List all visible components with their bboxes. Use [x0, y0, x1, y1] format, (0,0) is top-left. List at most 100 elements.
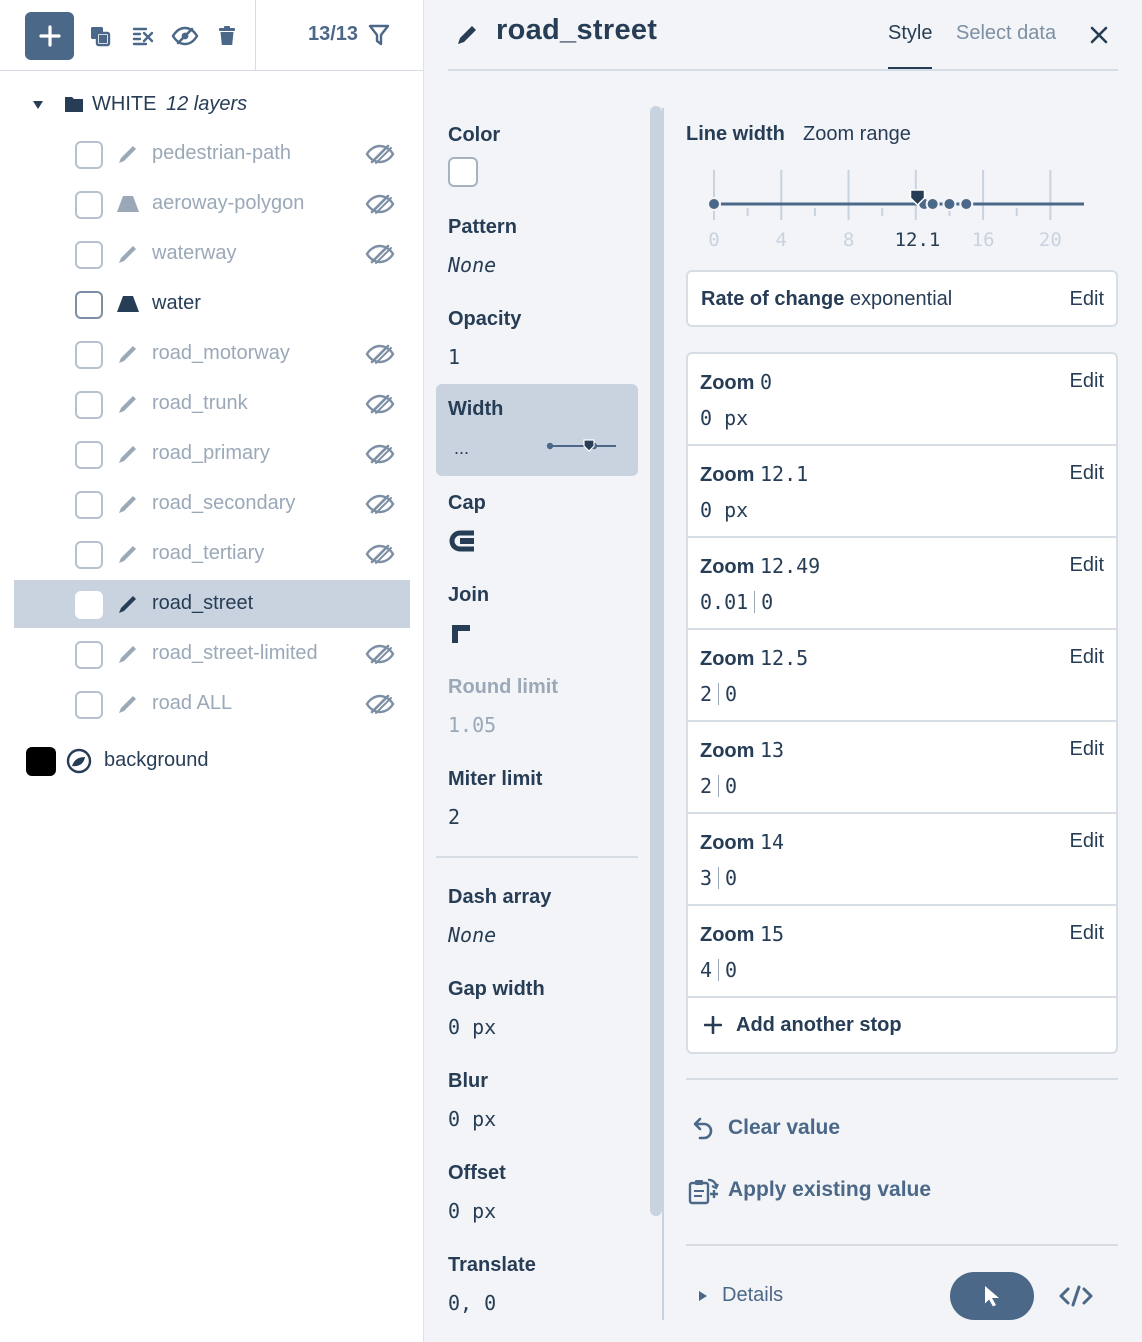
zoom-stop[interactable]: Zoom 12.1 Edit 0 px — [688, 446, 1116, 538]
edit-stop-link[interactable]: Edit — [1070, 922, 1104, 945]
eye-off-icon[interactable] — [364, 242, 396, 266]
layer-checkbox[interactable] — [75, 691, 103, 719]
layer-row[interactable]: road_primary — [14, 430, 410, 478]
layer-row[interactable]: road_tertiary — [14, 530, 410, 578]
toggle-visibility-button[interactable] — [171, 24, 199, 48]
delete-layer-button[interactable] — [215, 24, 239, 48]
zoom-stop[interactable]: Zoom 12.5 Edit 2 0 — [688, 630, 1116, 722]
line-layer-icon — [119, 596, 136, 613]
rate-value: exponential — [849, 288, 953, 310]
add-layer-button[interactable] — [25, 12, 74, 60]
eye-off-icon[interactable] — [364, 542, 396, 566]
layer-row[interactable]: road_secondary — [14, 480, 410, 528]
edit-stop-link[interactable]: Edit — [1070, 830, 1104, 853]
prop-color[interactable]: Color — [448, 124, 500, 187]
layer-title[interactable]: road_street — [496, 14, 657, 47]
zoom-stop[interactable]: Zoom 0 Edit 0 px — [688, 354, 1116, 446]
zoom-stop[interactable]: Zoom 13 Edit 2 0 — [688, 722, 1116, 814]
layer-checkbox[interactable] — [75, 641, 103, 669]
eye-off-icon[interactable] — [364, 192, 396, 216]
layer-checkbox[interactable] — [75, 141, 103, 169]
layer-row[interactable]: road_street-limited — [14, 630, 410, 678]
eye-off-icon[interactable] — [364, 692, 396, 716]
layer-checkbox[interactable] — [75, 391, 103, 419]
pencil-icon — [458, 26, 476, 44]
eye-off-icon[interactable] — [364, 392, 396, 416]
prop-round-limit[interactable]: Round limit 1.05 — [448, 676, 558, 737]
zoom-stop[interactable]: Zoom 12.49 Edit 0.01 0 — [688, 538, 1116, 630]
stop-handle[interactable] — [942, 197, 957, 211]
prop-dash-array[interactable]: Dash array None — [448, 886, 551, 947]
layer-checkbox[interactable] — [75, 291, 103, 319]
zoom-word: Zoom — [700, 740, 755, 762]
value-separator — [718, 683, 720, 705]
layer-checkbox[interactable] — [75, 241, 103, 269]
prop-offset[interactable]: Offset 0 px — [448, 1162, 506, 1223]
layer-row[interactable]: aeroway-polygon — [14, 180, 410, 228]
background-color-swatch[interactable] — [26, 747, 56, 776]
zoom-stop[interactable]: Zoom 15 Edit 4 0 — [688, 906, 1116, 998]
layer-row[interactable]: waterway — [14, 230, 410, 278]
zoom-stop[interactable]: Zoom 14 Edit 3 0 — [688, 814, 1116, 906]
prop-opacity[interactable]: Opacity 1 — [448, 308, 521, 369]
layer-checkbox[interactable] — [75, 541, 103, 569]
prop-width[interactable]: Width ... — [436, 384, 638, 476]
edit-stop-link[interactable]: Edit — [1070, 554, 1104, 577]
properties-scrollbar[interactable] — [650, 106, 662, 1216]
delete-style-button[interactable] — [131, 24, 155, 48]
layer-checkbox[interactable] — [75, 441, 103, 469]
zoom-level: 15 — [760, 922, 785, 946]
eye-off-icon[interactable] — [364, 642, 396, 666]
layer-checkbox[interactable] — [75, 591, 103, 619]
prop-pattern[interactable]: Pattern None — [448, 216, 517, 277]
prop-value: 0 px — [448, 1015, 497, 1039]
edit-stop-link[interactable]: Edit — [1070, 738, 1104, 761]
caret-down-icon[interactable] — [32, 100, 44, 110]
layer-checkbox[interactable] — [75, 341, 103, 369]
prop-translate[interactable]: Translate 0, 0 — [448, 1254, 536, 1315]
layer-row[interactable]: road ALL — [14, 680, 410, 728]
stop-value-row: 0.01 0 — [700, 590, 773, 614]
layer-row[interactable]: road_street — [14, 580, 410, 628]
prop-label: Opacity — [448, 308, 522, 330]
stop-handle[interactable] — [925, 197, 940, 211]
layer-row[interactable]: road_motorway — [14, 330, 410, 378]
tab-style[interactable]: Style — [888, 22, 933, 69]
close-icon[interactable] — [1088, 24, 1110, 46]
layer-row[interactable]: water — [14, 280, 410, 328]
prop-miter-limit[interactable]: Miter limit 2 — [448, 768, 542, 829]
stop-handle[interactable] — [959, 197, 974, 211]
rate-of-change-row[interactable]: Rate of change exponential Edit — [686, 270, 1118, 327]
edit-stop-link[interactable]: Edit — [1070, 370, 1104, 393]
filter-button[interactable] — [368, 23, 390, 47]
eye-off-icon[interactable] — [364, 142, 396, 166]
prop-gap-width[interactable]: Gap width 0 px — [448, 978, 545, 1039]
prop-join[interactable]: Join — [448, 584, 489, 645]
stop-value-row: 0 px — [700, 406, 748, 430]
add-stop-button[interactable]: Add another stop — [688, 998, 1116, 1052]
layer-row[interactable]: road_trunk — [14, 380, 410, 428]
layer-checkbox[interactable] — [75, 191, 103, 219]
eye-off-icon[interactable] — [364, 342, 396, 366]
edit-rate-link[interactable]: Edit — [1070, 288, 1104, 311]
color-swatch[interactable] — [448, 157, 478, 187]
stop-handle[interactable] — [707, 197, 721, 211]
eye-off-icon[interactable] — [364, 442, 396, 466]
layer-checkbox[interactable] — [75, 491, 103, 519]
code-view-button[interactable] — [1058, 1284, 1094, 1308]
edit-stop-link[interactable]: Edit — [1070, 646, 1104, 669]
tab-select-data[interactable]: Select data — [956, 22, 1056, 45]
edit-stop-link[interactable]: Edit — [1070, 462, 1104, 485]
eye-off-icon[interactable] — [364, 492, 396, 516]
fill-layer-icon — [117, 196, 139, 212]
layer-row-background[interactable]: background — [0, 740, 423, 784]
prop-blur[interactable]: Blur 0 px — [448, 1070, 496, 1131]
duplicate-layer-button[interactable] — [88, 24, 112, 48]
layer-group-white[interactable]: WHITE 12 layers — [0, 84, 423, 126]
prop-cap[interactable]: Cap — [448, 492, 486, 553]
column-divider — [662, 108, 664, 1320]
layer-row[interactable]: pedestrian-path — [14, 130, 410, 178]
zoom-range-slider[interactable]: 0 4 8 12.1 16 20 — [704, 168, 1094, 258]
rate-label-text: Rate of change — [701, 288, 845, 310]
pick-feature-button[interactable] — [950, 1272, 1034, 1320]
